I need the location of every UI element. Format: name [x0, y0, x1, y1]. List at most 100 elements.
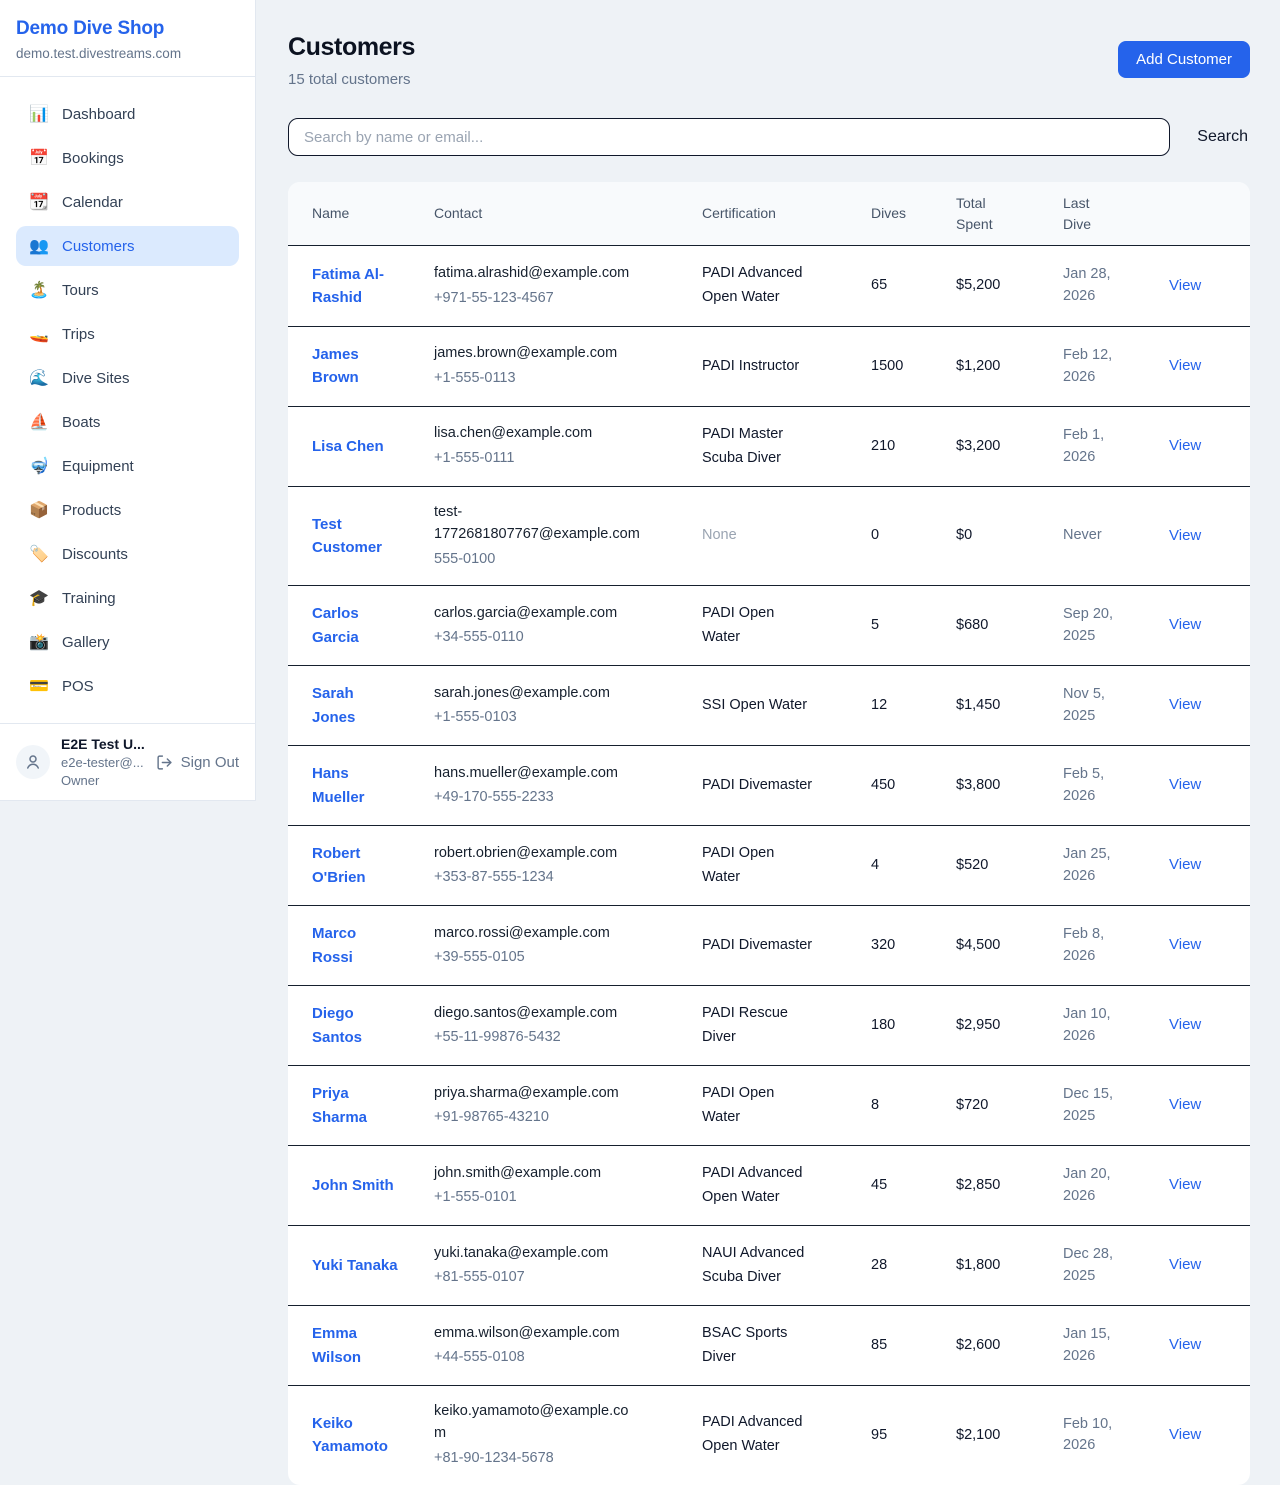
table-row: Robert O'Brien robert.obrien@example.com… — [288, 825, 1250, 905]
sidebar-item-calendar[interactable]: 📆 Calendar — [16, 182, 239, 222]
customer-phone: +81-555-0107 — [434, 1267, 692, 1289]
view-link[interactable]: View — [1169, 1256, 1201, 1273]
sidebar-item-label: Bookings — [62, 150, 124, 167]
customer-email: test-1772681807767@example.com — [434, 502, 640, 546]
view-link[interactable]: View — [1169, 616, 1201, 633]
sidebar-item-tours[interactable]: 🏝️ Tours — [16, 270, 239, 310]
sidebar-item-label: Boats — [62, 414, 100, 431]
view-link[interactable]: View — [1169, 856, 1201, 873]
view-link[interactable]: View — [1169, 277, 1201, 294]
sidebar-item-pos[interactable]: 💳 POS — [16, 666, 239, 706]
customer-email: emma.wilson@example.com — [434, 1323, 620, 1345]
customer-name-link[interactable]: Fatima Al-Rashid — [312, 263, 400, 310]
table-row: John Smith john.smith@example.com +1-555… — [288, 1145, 1250, 1225]
customer-name-link[interactable]: Keiko Yamamoto — [312, 1412, 400, 1459]
view-link[interactable]: View — [1169, 437, 1201, 454]
dives-value: 4 — [871, 855, 956, 877]
customer-email: yuki.tanaka@example.com — [434, 1243, 608, 1265]
search-button[interactable]: Search — [1195, 128, 1250, 146]
customer-name-link[interactable]: Test Customer — [312, 513, 400, 560]
view-link[interactable]: View — [1169, 527, 1201, 544]
search-input[interactable] — [288, 118, 1170, 156]
sidebar-item-equipment[interactable]: 🤿 Equipment — [16, 446, 239, 486]
table-row: Marco Rossi marco.rossi@example.com +39-… — [288, 905, 1250, 985]
customer-name-link[interactable]: Marco Rossi — [312, 922, 400, 969]
dives-value: 5 — [871, 615, 956, 637]
page-title-block: Customers 15 total customers — [288, 33, 415, 88]
customer-name-link[interactable]: Sarah Jones — [312, 682, 400, 729]
customer-name-link[interactable]: Emma Wilson — [312, 1322, 400, 1369]
customer-name-link[interactable]: Hans Mueller — [312, 762, 400, 809]
customer-name-link[interactable]: Priya Sharma — [312, 1082, 400, 1129]
total-spent-value: $1,450 — [956, 695, 1063, 717]
table-row: Keiko Yamamoto keiko.yamamoto@example.co… — [288, 1385, 1250, 1484]
customer-name-link[interactable]: Diego Santos — [312, 1002, 400, 1049]
dives-value: 8 — [871, 1095, 956, 1117]
customer-name-link[interactable]: Yuki Tanaka — [312, 1254, 398, 1277]
search-row: Search — [288, 118, 1250, 156]
sidebar-nav: 📊 Dashboard 📅 Bookings 📆 Calendar 👥 Cust… — [0, 77, 255, 723]
customer-email: james.brown@example.com — [434, 343, 617, 365]
total-spent-value: $3,800 — [956, 775, 1063, 797]
certification-text: BSAC Sports Diver — [702, 1322, 814, 1370]
view-link[interactable]: View — [1169, 776, 1201, 793]
column-header-name: Name — [288, 203, 434, 224]
customers-table: Name Contact Certification Dives Total S… — [288, 182, 1250, 1485]
sidebar-item-trips[interactable]: 🚤 Trips — [16, 314, 239, 354]
column-header-last-dive: Last Dive — [1063, 193, 1169, 235]
customer-phone: +39-555-0105 — [434, 947, 692, 969]
sidebar-item-products[interactable]: 📦 Products — [16, 490, 239, 530]
dives-value: 180 — [871, 1015, 956, 1037]
customer-name-link[interactable]: James Brown — [312, 343, 400, 390]
sidebar-item-label: Gallery — [62, 634, 110, 651]
tours-icon: 🏝️ — [29, 280, 49, 300]
add-customer-button[interactable]: Add Customer — [1118, 41, 1250, 78]
customer-email: marco.rossi@example.com — [434, 923, 610, 945]
sidebar-item-training[interactable]: 🎓 Training — [16, 578, 239, 618]
user-name: E2E Test U... — [61, 736, 145, 752]
total-spent-value: $2,850 — [956, 1175, 1063, 1197]
view-link[interactable]: View — [1169, 357, 1201, 374]
main-content: Customers 15 total customers Add Custome… — [256, 0, 1280, 1485]
sidebar-item-dive-sites[interactable]: 🌊 Dive Sites — [16, 358, 239, 398]
table-row: Fatima Al-Rashid fatima.alrashid@example… — [288, 246, 1250, 326]
last-dive-value: Feb 8, 2026 — [1063, 924, 1131, 968]
sidebar-item-dashboard[interactable]: 📊 Dashboard — [16, 94, 239, 134]
view-link[interactable]: View — [1169, 936, 1201, 953]
last-dive-value: Feb 5, 2026 — [1063, 764, 1131, 808]
dives-value: 28 — [871, 1255, 956, 1277]
certification-text: PADI Master Scuba Diver — [702, 423, 814, 471]
customers-icon: 👥 — [29, 236, 49, 256]
total-spent-value: $680 — [956, 615, 1063, 637]
customer-email: john.smith@example.com — [434, 1163, 601, 1185]
customer-name-link[interactable]: Carlos Garcia — [312, 602, 400, 649]
customer-name-link[interactable]: Robert O'Brien — [312, 842, 400, 889]
customer-email: carlos.garcia@example.com — [434, 603, 617, 625]
total-spent-value: $2,600 — [956, 1335, 1063, 1357]
page-header: Customers 15 total customers Add Custome… — [288, 33, 1250, 88]
sidebar-item-discounts[interactable]: 🏷️ Discounts — [16, 534, 239, 574]
certification-text: PADI Rescue Diver — [702, 1002, 814, 1050]
user-meta: E2E Test U... e2e-tester@... Owner — [61, 736, 145, 788]
customer-name-link[interactable]: John Smith — [312, 1174, 394, 1197]
sidebar-item-gallery[interactable]: 📸 Gallery — [16, 622, 239, 662]
sidebar-item-boats[interactable]: ⛵ Boats — [16, 402, 239, 442]
sidebar-item-label: Training — [62, 590, 116, 607]
customer-name-link[interactable]: Lisa Chen — [312, 435, 384, 458]
table-row: Priya Sharma priya.sharma@example.com +9… — [288, 1065, 1250, 1145]
view-link[interactable]: View — [1169, 1426, 1201, 1443]
view-link[interactable]: View — [1169, 1096, 1201, 1113]
view-link[interactable]: View — [1169, 1176, 1201, 1193]
certification-text: PADI Advanced Open Water — [702, 262, 814, 310]
table-header-row: Name Contact Certification Dives Total S… — [288, 182, 1250, 246]
total-spent-value: $1,200 — [956, 356, 1063, 378]
view-link[interactable]: View — [1169, 1016, 1201, 1033]
column-header-dives: Dives — [871, 203, 956, 224]
sidebar-item-customers[interactable]: 👥 Customers — [16, 226, 239, 266]
view-link[interactable]: View — [1169, 1336, 1201, 1353]
table-row: Yuki Tanaka yuki.tanaka@example.com +81-… — [288, 1225, 1250, 1305]
sign-out-button[interactable]: Sign Out — [156, 754, 239, 771]
view-link[interactable]: View — [1169, 696, 1201, 713]
sidebar-item-bookings[interactable]: 📅 Bookings — [16, 138, 239, 178]
customer-phone: 555-0100 — [434, 549, 692, 571]
